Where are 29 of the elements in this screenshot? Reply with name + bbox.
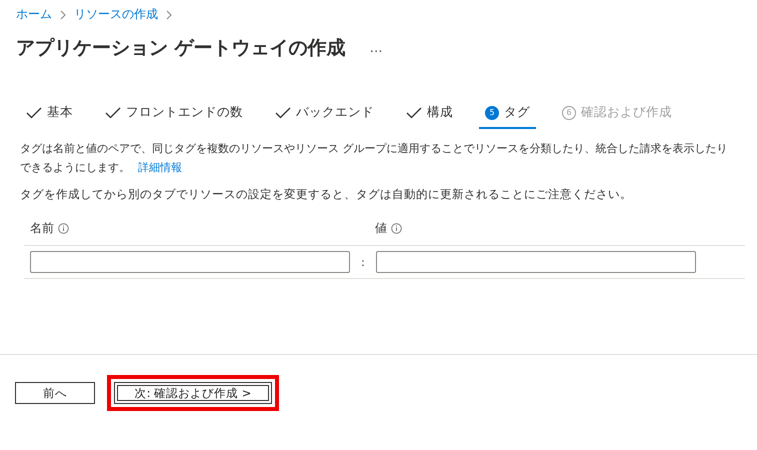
value-field[interactable] bbox=[376, 251, 696, 273]
breadcrumb-link[interactable]: リソースの作成 bbox=[74, 6, 158, 23]
chevron-icon bbox=[166, 10, 172, 20]
learn-more-link[interactable]: 詳細情報 bbox=[138, 161, 182, 174]
breadcrumb-link[interactable]: ホーム bbox=[16, 6, 52, 23]
note-text: タグを作成してから別のタブでリソースの設定を変更すると、タグは自動的に更新されることにご注意ください。 bbox=[19, 186, 633, 202]
step-number: 5 bbox=[485, 106, 499, 120]
step-tab[interactable]: 構成 bbox=[400, 103, 459, 129]
chevron-icon bbox=[60, 10, 66, 20]
checkmark-icon bbox=[26, 106, 42, 118]
description-text: タグは名前と値のペアで、同じタグを複数のリソースやリソース グループに適用することでリソースを分類したり、統合した請求を表示したりできるようにします。 詳細情報 bbox=[19, 141, 728, 176]
step-tab[interactable]: フロントエンドの数 bbox=[99, 103, 249, 129]
page-title: アプリケーション ゲートウェイの作成 bbox=[16, 36, 346, 61]
step-tab[interactable]: バックエンド bbox=[269, 103, 380, 129]
checkmark-icon bbox=[105, 106, 121, 118]
info-icon[interactable] bbox=[58, 223, 69, 234]
column-header: 名前 bbox=[30, 220, 54, 237]
step-tab[interactable]: 基本 bbox=[20, 103, 79, 129]
next-button[interactable]: 次: 確認および作成 > bbox=[114, 382, 272, 404]
checkmark-icon bbox=[406, 106, 422, 118]
more-button[interactable]: … bbox=[370, 40, 383, 56]
checkmark-icon bbox=[275, 106, 291, 118]
step-tab[interactable]: 5 タグ bbox=[479, 103, 536, 129]
step-number: 6 bbox=[562, 106, 576, 120]
info-icon[interactable] bbox=[391, 223, 402, 234]
name-field[interactable] bbox=[30, 251, 350, 273]
column-header: 値 bbox=[375, 220, 387, 237]
separator-text: : bbox=[360, 256, 366, 268]
previous-button[interactable]: 前へ bbox=[15, 382, 95, 404]
